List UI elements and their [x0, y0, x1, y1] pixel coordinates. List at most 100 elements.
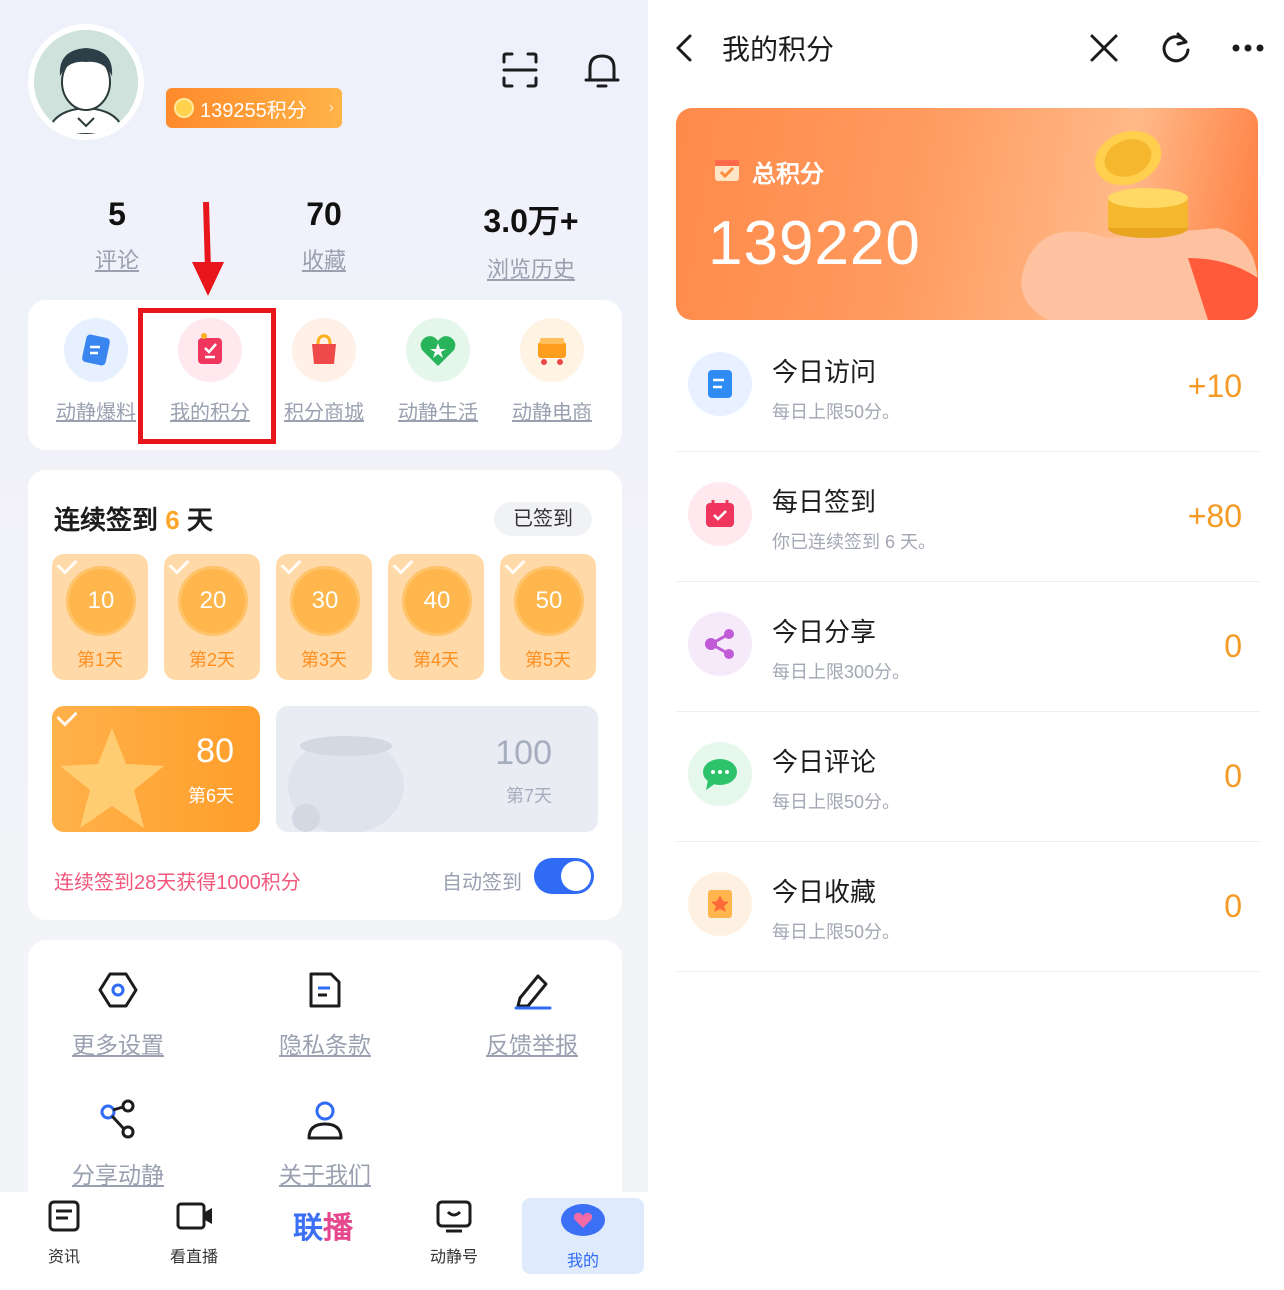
- settings-item-label: 隐私条款: [279, 1032, 371, 1058]
- coin-icon: [174, 98, 194, 118]
- checkin-day-2: 20 第2天: [164, 553, 260, 680]
- task-name: 今日访问: [772, 357, 877, 387]
- back-icon[interactable]: [666, 28, 706, 68]
- day-points: 20: [178, 566, 248, 636]
- quick-item-ecommerce[interactable]: 动静电商: [496, 318, 608, 425]
- task-points: 0: [1224, 758, 1242, 794]
- coins-hand-illustration: [1021, 130, 1258, 320]
- check-icon: [56, 553, 78, 575]
- refresh-icon[interactable]: [1156, 28, 1196, 68]
- task-name: 今日评论: [772, 747, 877, 777]
- checkin-day-4: 40 第4天: [388, 553, 484, 680]
- quick-item-life[interactable]: 动静生活: [382, 318, 494, 425]
- stat-value: 3.0万+: [483, 203, 579, 239]
- task-desc: 每日上限50分。: [772, 402, 901, 422]
- share-icon: [100, 1099, 135, 1139]
- mine-heart-icon: [561, 1204, 605, 1236]
- star-icon: [60, 728, 164, 828]
- task-list: 今日访问 每日上限50分。 +10 每日签到 你已连续签到 6 天。 +80 今…: [676, 322, 1260, 972]
- checkin-day-6: 80 第6天: [52, 706, 260, 832]
- document-icon: [688, 352, 752, 416]
- stat-history[interactable]: 3.0万+ 浏览历史: [456, 196, 606, 284]
- points-badge-text: 139255积分: [200, 99, 307, 122]
- quick-item-label: 动静生活: [398, 402, 478, 424]
- quick-item-points-mall[interactable]: 积分商城: [268, 318, 380, 425]
- quick-item-baoliao[interactable]: 动静爆料: [40, 318, 152, 425]
- checkin-day-3: 30 第3天: [276, 553, 372, 680]
- task-desc: 你已连续签到 6 天。: [772, 532, 937, 552]
- points-badge[interactable]: 139255积分 ›: [166, 88, 342, 128]
- stat-favorites[interactable]: 70 收藏: [249, 196, 399, 275]
- task-desc: 每日上限300分。: [772, 662, 911, 682]
- avatar[interactable]: [28, 24, 144, 140]
- day-points: 30: [290, 566, 360, 636]
- tab-dongjing-hao[interactable]: 动静号: [394, 1198, 514, 1274]
- stat-value: 70: [306, 196, 342, 232]
- settings-item-about[interactable]: 关于我们: [235, 1098, 415, 1190]
- day-label: 第6天: [187, 786, 234, 806]
- quick-entry-card: 动静爆料 我的积分 积分商城 动静生活 动静电商: [28, 300, 622, 450]
- tab-label: 我的: [566, 1253, 599, 1270]
- settings-item-label: 反馈举报: [486, 1032, 578, 1058]
- day-points: 10: [66, 566, 136, 636]
- task-row-comment: 今日评论 每日上限50分。 0: [676, 712, 1260, 842]
- red-arrow-annotation: [192, 201, 224, 296]
- settings-item-more[interactable]: 更多设置: [28, 968, 208, 1060]
- chevron-right-icon: ›: [328, 99, 334, 116]
- task-points: 0: [1224, 888, 1242, 924]
- task-row-visit: 今日访问 每日上限50分。 +10: [676, 322, 1260, 452]
- checkin-day-1: 10 第1天: [52, 553, 148, 680]
- logo-char-1: 联: [293, 1212, 323, 1245]
- stat-value: 5: [108, 196, 126, 232]
- tab-mine[interactable]: 我的: [522, 1198, 644, 1274]
- day-points: 80: [196, 732, 234, 770]
- more-icon[interactable]: [1228, 28, 1268, 68]
- task-desc: 每日上限50分。: [772, 922, 901, 942]
- star-icon: [688, 872, 752, 936]
- task-points: +80: [1187, 498, 1242, 534]
- day-points: 50: [514, 566, 584, 636]
- chat-icon: [688, 742, 752, 806]
- task-points: +10: [1187, 368, 1242, 404]
- day-points: 40: [402, 566, 472, 636]
- check-icon: [504, 553, 526, 575]
- settings-item-label: 分享动静: [72, 1162, 164, 1188]
- check-icon: [168, 553, 190, 575]
- task-name: 今日收藏: [772, 877, 877, 907]
- tab-live[interactable]: 看直播: [134, 1198, 254, 1274]
- tab-news[interactable]: 资讯: [4, 1198, 124, 1274]
- stat-comments[interactable]: 5 评论: [42, 196, 192, 275]
- check-icon: [280, 553, 302, 575]
- toggle-knob: [561, 861, 591, 891]
- settings-item-label: 关于我们: [279, 1162, 371, 1188]
- lianbo-logo[interactable]: 联播: [268, 1204, 378, 1254]
- bell-icon[interactable]: [580, 48, 624, 92]
- stat-label: 浏览历史: [486, 257, 575, 282]
- signed-button[interactable]: 已签到: [494, 502, 592, 536]
- settings-item-privacy[interactable]: 隐私条款: [235, 968, 415, 1060]
- tab-label: 资讯: [47, 1249, 80, 1266]
- document-icon: [309, 972, 341, 1008]
- checkin-title-suffix: 天: [186, 505, 213, 535]
- close-icon[interactable]: [1084, 28, 1124, 68]
- shopping-bag-icon: [292, 318, 356, 382]
- live-video-icon: [176, 1202, 212, 1230]
- scan-icon[interactable]: [498, 48, 542, 92]
- total-points-label: 总积分: [752, 161, 824, 188]
- auto-checkin-toggle[interactable]: [534, 858, 594, 894]
- stat-label: 收藏: [301, 248, 346, 273]
- tab-label: 动静号: [429, 1249, 478, 1266]
- auto-checkin-label: 自动签到: [442, 872, 522, 894]
- task-desc: 每日上限50分。: [772, 792, 901, 812]
- settings-item-feedback[interactable]: 反馈举报: [442, 968, 622, 1060]
- day-label: 第2天: [188, 650, 235, 670]
- cart-icon: [520, 318, 584, 382]
- my-points-screen: 我的积分 总积分 139220 今日访问 每日上限50分。 +10 每日签到 你…: [648, 0, 1284, 1290]
- calendar-check-icon: [715, 160, 739, 181]
- day-label: 第3天: [300, 650, 347, 670]
- settings-item-share[interactable]: 分享动静: [28, 1098, 208, 1190]
- checkin-card: 连续签到 6 天 已签到 10 第1天 20 第2天 30 第3天 40 第4天…: [28, 470, 622, 920]
- checkin-tip: 连续签到28天获得1000积分: [54, 872, 301, 894]
- calendar-icon: [688, 482, 752, 546]
- day-points: 100: [495, 734, 552, 772]
